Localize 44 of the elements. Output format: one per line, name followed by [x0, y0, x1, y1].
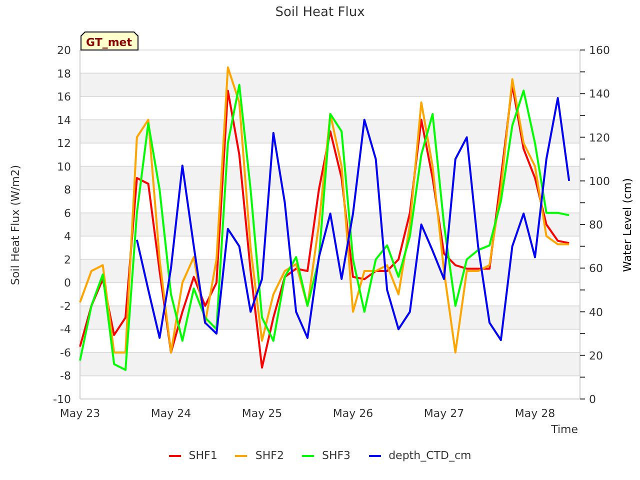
chart-title: Soil Heat Flux	[275, 4, 365, 22]
axis-tick-label: 0	[589, 393, 596, 406]
axis-tick-label: 20	[589, 349, 603, 362]
axis-tick-label: 4	[64, 230, 71, 244]
axis-tick-label: 160	[589, 44, 610, 57]
site-tag: GT_met	[80, 32, 138, 50]
axis-tick-label: May 26	[332, 407, 374, 420]
axis-tick-label: -6	[60, 346, 71, 360]
axis-tick-label: 120	[589, 131, 610, 144]
axis-tick-label: 140	[589, 88, 610, 101]
legend-swatch	[235, 455, 248, 458]
axis-tick-label: 60	[589, 262, 603, 276]
axis-tick-label: 0	[64, 276, 71, 290]
axis-tick-label: May 25	[242, 407, 282, 420]
axis-tick-label: 100	[589, 174, 610, 188]
axis-tick-label: 10	[57, 160, 71, 174]
axis-tick-label: 12	[57, 137, 71, 150]
legend-label[interactable]: SHF2	[255, 448, 284, 464]
axis-tick-label: May 23	[60, 407, 100, 420]
legend-swatch	[168, 455, 181, 458]
axis-tick-label: 80	[589, 218, 603, 232]
axis-tick-label: 16	[57, 90, 71, 104]
axis-tick-label: May 28	[514, 407, 556, 420]
axis-tick-label: -2	[60, 300, 71, 313]
legend-swatch	[368, 455, 381, 458]
axis-tick-label: May 27	[424, 407, 464, 420]
axis-tick-label: -8	[60, 370, 71, 383]
axis-title: Time	[551, 423, 578, 436]
legend-label[interactable]: depth_CTD_cm	[388, 448, 472, 464]
axis-tick-label: 8	[64, 184, 71, 197]
axis-tick-label: May 24	[150, 407, 192, 420]
legend-label[interactable]: SHF3	[322, 448, 351, 464]
axis-tick-label: 18	[57, 67, 71, 80]
axis-title: Water Level (cm)	[621, 178, 634, 272]
legend-swatch	[302, 455, 314, 458]
axis-tick-label: 20	[57, 44, 71, 57]
axis-tick-label: 2	[64, 253, 71, 266]
axis-tick-label: -4	[60, 323, 71, 336]
axis-title: Soil Heat Flux (W/m2)	[9, 164, 22, 286]
axis-tick-label: 6	[64, 206, 71, 220]
legend-label[interactable]: SHF1	[188, 448, 218, 464]
axis-tick-label: 14	[57, 114, 71, 127]
axis-tick-label: -10	[53, 393, 71, 406]
axis-tick-label: 40	[589, 306, 603, 319]
